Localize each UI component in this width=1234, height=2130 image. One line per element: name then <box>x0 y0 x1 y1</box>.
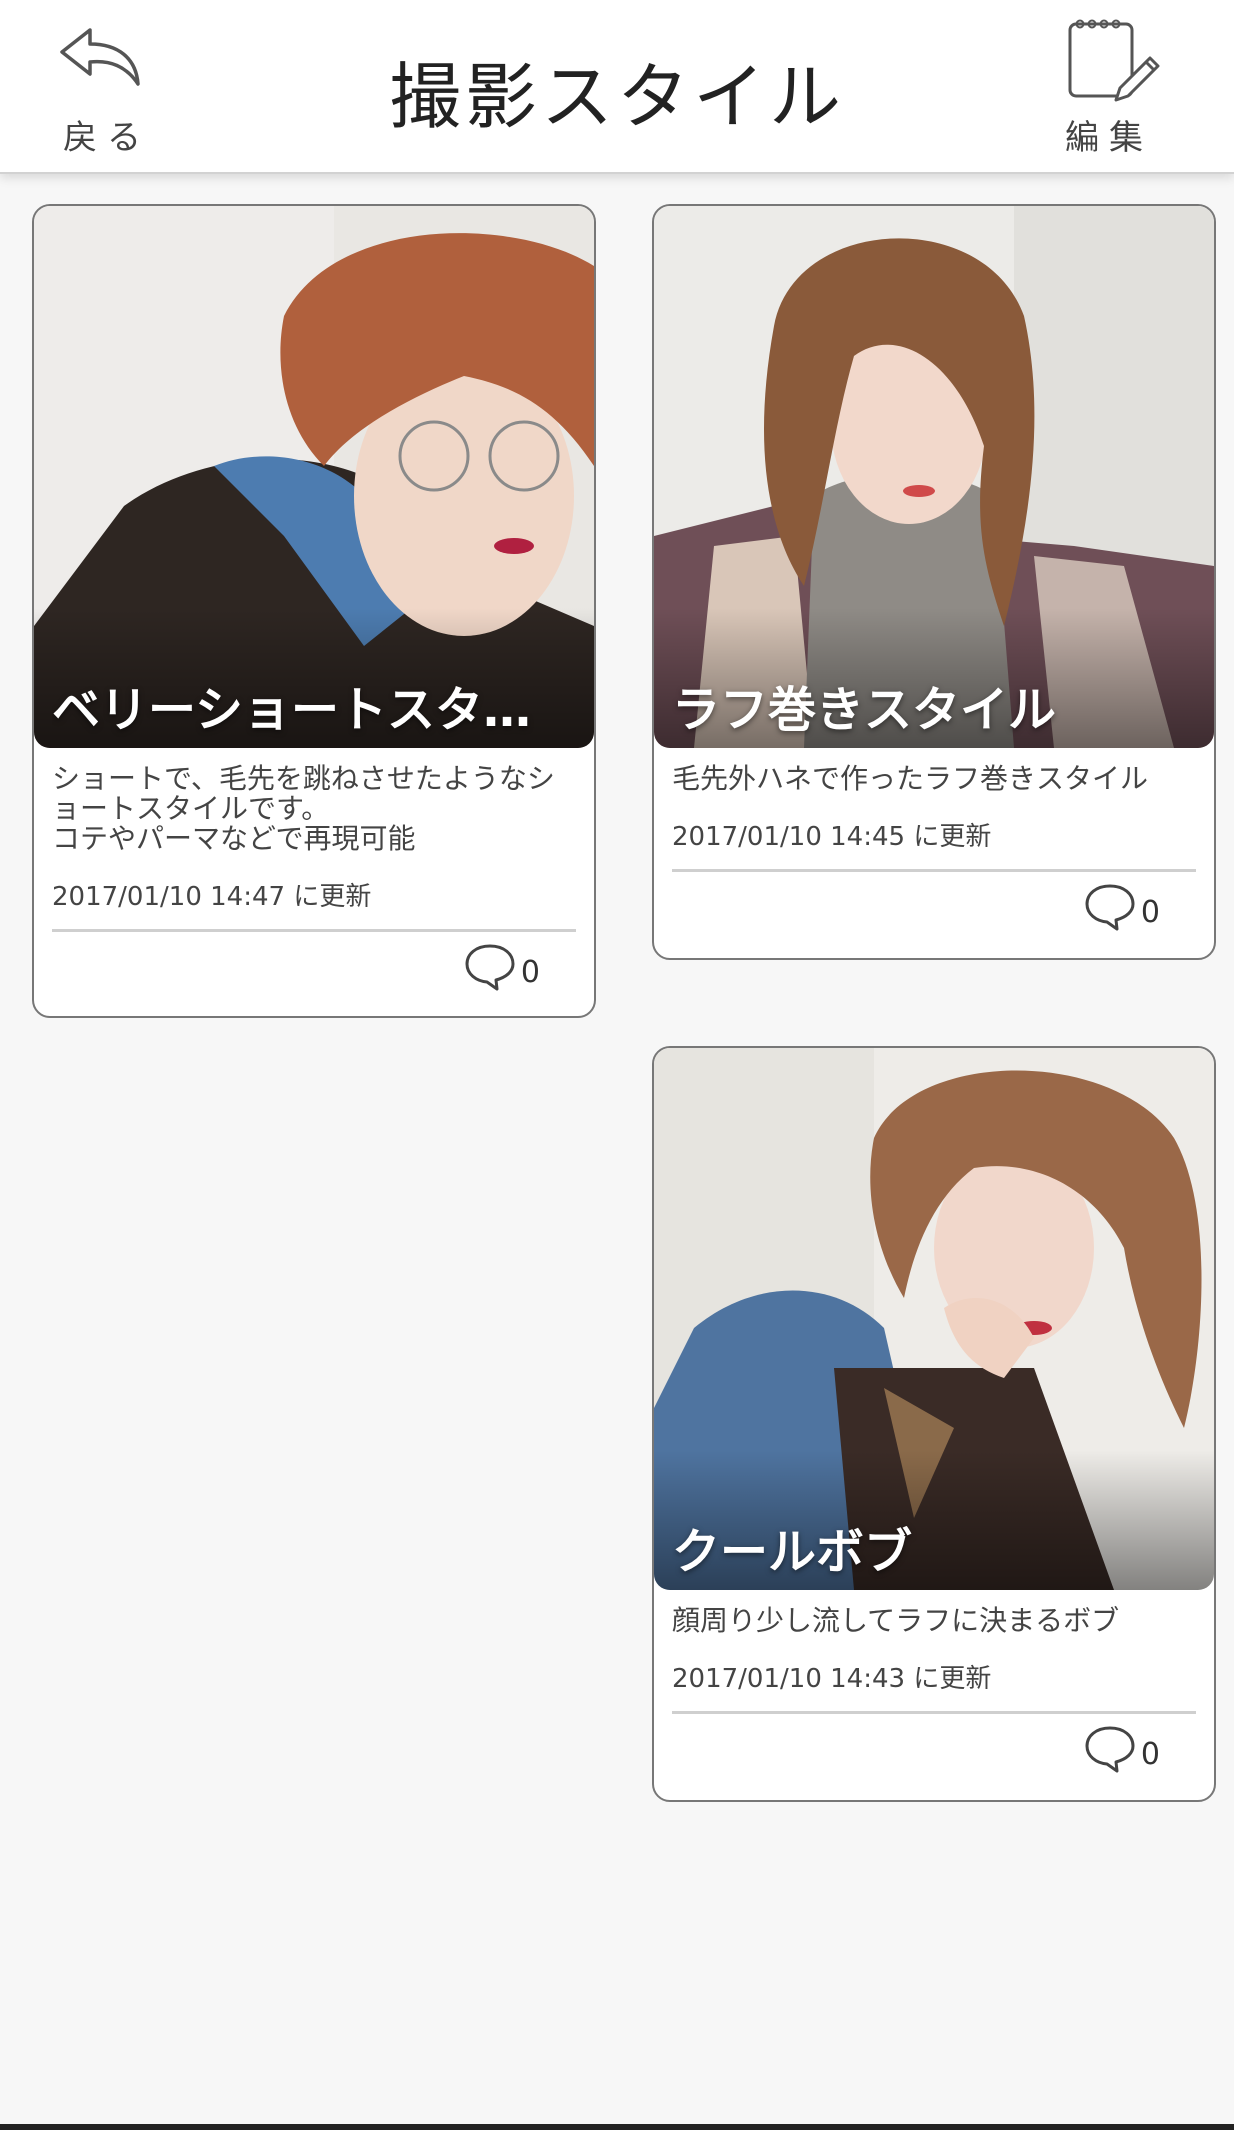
card-footer: 0 <box>34 932 594 1000</box>
card-date: 2017/01/10 14:47 に更新 <box>52 882 372 912</box>
card-footer: 0 <box>654 1714 1214 1782</box>
style-photo: ラフ巻きスタイル <box>654 206 1214 748</box>
style-card[interactable]: ベリーショートスタ… ショートで、毛先を跳ねさせたようなショートスタイルです。 … <box>32 204 596 1018</box>
edit-button[interactable]: 編集 <box>1054 14 1164 158</box>
style-photo: クールボブ <box>654 1048 1214 1590</box>
page-title: 撮影スタイル <box>388 55 845 139</box>
card-date: 2017/01/10 14:43 に更新 <box>672 1664 992 1694</box>
comment-count: 0 <box>1140 894 1160 930</box>
comment-button[interactable]: 0 <box>1083 1724 1160 1774</box>
comment-count: 0 <box>1140 1736 1160 1772</box>
comment-button[interactable]: 0 <box>1083 882 1160 932</box>
card-description: ショートで、毛先を跳ねさせたようなショートスタイルです。 コテやパーマなどで再現… <box>52 762 555 855</box>
speech-bubble-icon <box>465 944 515 991</box>
card-description: 顔周り少し流してラフに決まるボブ <box>672 1604 1120 1637</box>
card-title: ラフ巻きスタイル <box>672 682 1057 738</box>
card-description: 毛先外ハネで作ったラフ巻きスタイル <box>672 762 1149 795</box>
comment-button[interactable]: 0 <box>463 942 540 992</box>
style-photo: ベリーショートスタ… <box>34 206 594 748</box>
app-header: 戻る 撮影スタイル 編集 <box>0 0 1234 174</box>
style-card[interactable]: ラフ巻きスタイル 毛先外ハネで作ったラフ巻きスタイル 2017/01/10 14… <box>652 204 1216 960</box>
card-title: クールボブ <box>672 1524 913 1580</box>
speech-bubble-icon <box>1085 884 1135 931</box>
comment-count: 0 <box>520 954 540 990</box>
card-title: ベリーショートスタ… <box>52 682 532 738</box>
speech-bubble-icon <box>1085 1726 1135 1773</box>
bottom-edge <box>0 2124 1234 2130</box>
card-date: 2017/01/10 14:45 に更新 <box>672 822 992 852</box>
card-footer: 0 <box>654 872 1214 940</box>
style-card[interactable]: クールボブ 顔周り少し流してラフに決まるボブ 2017/01/10 14:43 … <box>652 1046 1216 1802</box>
notepad-pencil-icon <box>1068 19 1160 102</box>
edit-label: 編集 <box>1065 118 1153 158</box>
